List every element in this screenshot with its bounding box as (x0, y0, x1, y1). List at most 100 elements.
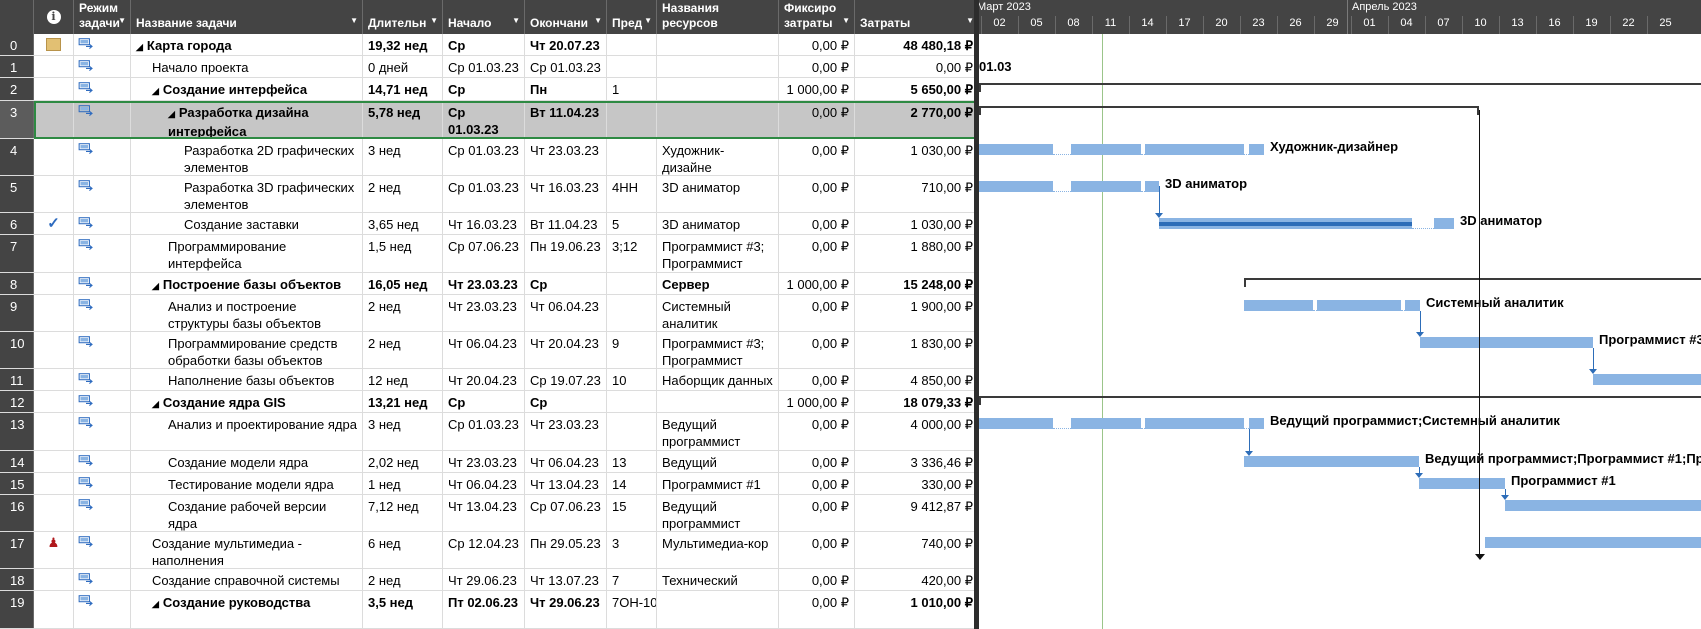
fixed-cost-cell[interactable]: 0,00 ₽ (779, 451, 855, 472)
collapse-triangle-icon[interactable]: ◢ (152, 278, 159, 294)
start-cell[interactable]: Ср 01.03.23 (443, 413, 525, 450)
start-cell[interactable]: Чт 16.03.23 (443, 213, 525, 234)
column-header-id[interactable] (0, 0, 34, 34)
resources-cell[interactable] (657, 34, 779, 55)
cost-cell[interactable]: 5 650,00 ₽ (855, 78, 978, 100)
start-cell[interactable]: Ср 12.04.23 (443, 532, 525, 568)
row-id[interactable]: 4 (0, 139, 34, 175)
column-header-resources[interactable]: Названия ресурсов (657, 0, 779, 34)
row-id[interactable]: 12 (0, 391, 34, 412)
duration-cell[interactable]: 1 нед (363, 473, 443, 494)
finish-cell[interactable]: Ср 01.03.23 (525, 56, 607, 77)
cost-cell[interactable]: 48 480,18 ₽ (855, 34, 978, 55)
task-row[interactable]: 19 ◢ Создание руководства 3,5 нед Пт 02.06.2… (0, 591, 978, 629)
predecessors-cell[interactable]: 5 (607, 213, 657, 234)
start-cell[interactable]: Ср 01.03.23 (443, 34, 525, 55)
row-id[interactable]: 11 (0, 369, 34, 390)
cost-cell[interactable]: 740,00 ₽ (855, 532, 978, 568)
task-row[interactable]: 4 Разработка 2D графических элементов 3 не… (0, 139, 978, 176)
task-name-cell[interactable]: Начало проекта (131, 56, 363, 77)
resources-cell[interactable]: 3D аниматор (657, 213, 779, 234)
task-row[interactable]: 2◢Создание интерфейса14,71 недСр 01.03.2… (0, 78, 978, 101)
fixed-cost-cell[interactable]: 0,00 ₽ (779, 235, 855, 272)
column-header-finish[interactable]: Окончани ▼ (525, 0, 607, 34)
task-name-cell[interactable]: ◢ Построение базы объектов (131, 273, 363, 294)
fixed-cost-cell[interactable]: 0,00 ₽ (779, 332, 855, 368)
predecessors-cell[interactable]: 7ОН-10 (607, 591, 657, 628)
dropdown-arrow-icon[interactable]: ▼ (842, 13, 850, 28)
task-name-cell[interactable]: ◢ Создание интерфейса (131, 78, 363, 100)
predecessors-cell[interactable]: 13 (607, 451, 657, 472)
row-id[interactable]: 13 (0, 413, 34, 450)
fixed-cost-cell[interactable]: 0,00 ₽ (779, 569, 855, 590)
start-cell[interactable]: Чт 06.04.23 (443, 332, 525, 368)
predecessors-cell[interactable]: 7 (607, 569, 657, 590)
task-mode-cell[interactable] (74, 495, 131, 531)
cost-cell[interactable]: 2 770,00 ₽ (855, 101, 978, 138)
start-cell[interactable]: Ср 07.06.23 (443, 235, 525, 272)
finish-cell[interactable]: Чт 23.03.23 (525, 413, 607, 450)
task-row[interactable]: 15 Тестирование модели ядра 1 нед Чт 06.04.… (0, 473, 978, 495)
predecessors-cell[interactable]: 1 (607, 78, 657, 100)
finish-cell[interactable]: Чт 20.04.23 (525, 332, 607, 368)
finish-cell[interactable]: Чт 29.06.23 (525, 591, 607, 628)
resources-cell[interactable] (657, 591, 779, 628)
start-cell[interactable]: Чт 06.04.23 (443, 473, 525, 494)
dropdown-arrow-icon[interactable]: ▼ (644, 13, 652, 28)
predecessors-cell[interactable]: 10 (607, 369, 657, 390)
predecessors-cell[interactable] (607, 273, 657, 294)
task-name-cell[interactable]: ◢ Разработка дизайна интерфейса (131, 101, 363, 138)
dropdown-arrow-icon[interactable]: ▼ (966, 13, 974, 28)
resources-cell[interactable] (657, 101, 779, 138)
fixed-cost-cell[interactable]: 0,00 ₽ (779, 139, 855, 175)
predecessors-cell[interactable] (607, 139, 657, 175)
task-mode-cell[interactable] (74, 569, 131, 590)
cost-cell[interactable]: 15 248,00 ₽ (855, 273, 978, 294)
duration-cell[interactable]: 0 дней (363, 56, 443, 77)
dropdown-arrow-icon[interactable]: ▼ (430, 13, 438, 28)
row-id[interactable]: 0 (0, 34, 34, 55)
row-id[interactable]: 1 (0, 56, 34, 77)
dropdown-arrow-icon[interactable]: ▼ (512, 13, 520, 28)
task-name-cell[interactable]: Создание заставки (131, 213, 363, 234)
predecessors-cell[interactable]: 9 (607, 332, 657, 368)
cost-cell[interactable]: 1 010,00 ₽ (855, 591, 978, 628)
column-header-pred[interactable]: Пред ▼ (607, 0, 657, 34)
task-row[interactable]: 10 Программирование средств обработки баз… (0, 332, 978, 369)
task-name-cell[interactable]: Разработка 3D графических элементов (131, 176, 363, 212)
task-name-cell[interactable]: Анализ и проектирование ядра (131, 413, 363, 450)
task-row[interactable]: 5 Разработка 3D графических элементов 2 не… (0, 176, 978, 213)
fixed-cost-cell[interactable]: 0,00 ₽ (779, 295, 855, 331)
predecessors-cell[interactable] (607, 413, 657, 450)
task-row[interactable]: 9 Анализ и построение структуры базы объе… (0, 295, 978, 332)
cost-cell[interactable]: 330,00 ₽ (855, 473, 978, 494)
duration-cell[interactable]: 3,65 нед (363, 213, 443, 234)
row-id[interactable]: 17 (0, 532, 34, 568)
task-mode-cell[interactable] (74, 235, 131, 272)
resources-cell[interactable] (657, 78, 779, 100)
column-header-start[interactable]: Начало ▼ (443, 0, 525, 34)
task-row[interactable]: 1 Начало проекта 0 дней Ср 01.03.23 Ср 01.03… (0, 56, 978, 78)
resources-cell[interactable]: Системный аналитик (657, 295, 779, 331)
row-id[interactable]: 9 (0, 295, 34, 331)
task-row[interactable]: 7 Программирование интерфейса 1,5 нед Ср 07… (0, 235, 978, 273)
task-name-cell[interactable]: Разработка 2D графических элементов (131, 139, 363, 175)
start-cell[interactable]: Чт 23.03.23 (443, 273, 525, 294)
row-id[interactable]: 10 (0, 332, 34, 368)
resources-cell[interactable]: Ведущий программист (657, 413, 779, 450)
row-id[interactable]: 16 (0, 495, 34, 531)
fixed-cost-cell[interactable]: 0,00 ₽ (779, 213, 855, 234)
start-cell[interactable]: Ср 01.03.23 (443, 139, 525, 175)
cost-cell[interactable]: 710,00 ₽ (855, 176, 978, 212)
row-id[interactable]: 8 (0, 273, 34, 294)
task-mode-cell[interactable] (74, 332, 131, 368)
resources-cell[interactable]: Сервер (657, 273, 779, 294)
finish-cell[interactable]: Вт 11.04.23 (525, 213, 607, 234)
task-name-cell[interactable]: ◢ Создание ядра GIS (131, 391, 363, 412)
finish-cell[interactable]: Ср 07.06.23 (525, 495, 607, 531)
task-row[interactable]: 16 Создание рабочей версии ядра 7,12 нед Чт… (0, 495, 978, 532)
predecessors-cell[interactable] (607, 56, 657, 77)
column-header-mode[interactable]: Режим задачи ▼ (74, 0, 131, 34)
cost-cell[interactable]: 1 900,00 ₽ (855, 295, 978, 331)
column-header-name[interactable]: Название задачи ▼ (131, 0, 363, 34)
